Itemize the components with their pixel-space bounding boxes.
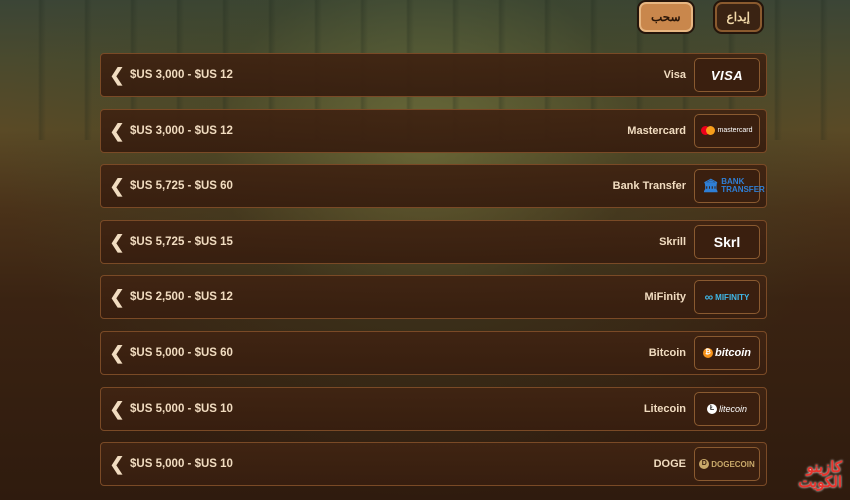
visa-logo-icon: VISA — [694, 58, 760, 92]
chevron-left-icon: ❮ — [109, 454, 125, 475]
payment-name: Visa — [663, 69, 686, 81]
payment-row-mastercard[interactable]: ❮ $US 3,000 - $US 12 Mastercard masterca… — [100, 108, 767, 153]
bitcoin-logo-icon: ₿ bitcoin — [694, 335, 760, 370]
payment-limits: $US 5,725 - $US 60 — [130, 180, 233, 193]
payment-limits: $US 5,000 - $US 10 — [130, 402, 233, 415]
bank-logo-icon: 🏛 BANK TRANSFER — [694, 169, 765, 204]
chevron-left-icon: ❮ — [109, 231, 125, 252]
payment-limits: $US 5,000 - $US 60 — [130, 346, 233, 359]
infinity-icon: ∞ — [704, 290, 714, 305]
logo-text: VISA — [710, 67, 744, 83]
payment-row-visa[interactable]: ❮ $US 3,000 - $US 12 Visa VISA — [100, 53, 767, 97]
logo-text: DOGECOIN — [711, 459, 755, 469]
litecoin-coin-icon: Ł — [706, 403, 717, 414]
logo-text: bitcoin — [714, 346, 752, 359]
payment-limits: $US 3,000 - $US 12 — [130, 69, 233, 81]
chevron-left-icon: ❮ — [109, 65, 125, 85]
mastercard-orange-circle-icon — [706, 126, 716, 136]
dogecoin-coin-icon: D — [699, 459, 710, 470]
logo-text: Skrl — [713, 233, 741, 250]
tab-withdraw[interactable]: سحب — [638, 2, 693, 32]
site-logo-line1: كازينو — [806, 459, 842, 476]
payment-row-litecoin[interactable]: ❮ $US 5,000 - $US 10 Litecoin Ł litecoin — [100, 386, 767, 431]
payment-name: Skrill — [659, 235, 686, 248]
chevron-left-icon: ❮ — [109, 287, 125, 308]
logo-text: BANK TRANSFER — [721, 177, 765, 195]
litecoin-logo-icon: Ł litecoin — [694, 391, 760, 426]
chevron-left-icon: ❮ — [109, 120, 125, 141]
payment-row-skrill[interactable]: ❮ $US 5,725 - $US 15 Skrill Skrl — [100, 219, 767, 264]
payment-limits: $US 3,000 - $US 12 — [130, 124, 233, 137]
chevron-left-icon: ❮ — [109, 342, 125, 363]
payment-name: Mastercard — [627, 124, 686, 137]
tab-bar: سحب إيداع — [638, 2, 762, 32]
payment-limits: $US 5,725 - $US 15 — [130, 235, 233, 248]
skrill-logo-icon: Skrl — [694, 224, 760, 259]
payment-row-doge[interactable]: ❮ $US 5,000 - $US 10 DOGE D DOGECOIN — [100, 442, 767, 487]
payment-limits: $US 5,000 - $US 10 — [130, 458, 233, 471]
payment-row-bank-transfer[interactable]: ❮ $US 5,725 - $US 60 Bank Transfer 🏛 BAN… — [100, 164, 767, 209]
payment-row-bitcoin[interactable]: ❮ $US 5,000 - $US 60 Bitcoin ₿ bitcoin — [100, 330, 767, 375]
payment-name: Bank Transfer — [612, 180, 686, 193]
bank-building-icon: 🏛 — [702, 178, 720, 194]
logo-text: mastercard — [717, 127, 753, 135]
bitcoin-coin-icon: ₿ — [702, 347, 713, 358]
tab-deposit[interactable]: إيداع — [714, 2, 762, 32]
site-logo-line2: الكويت — [798, 474, 842, 491]
payment-row-mifinity[interactable]: ❮ $US 2,500 - $US 12 MiFinity ∞ MIFINITY — [100, 275, 767, 320]
payment-name: Litecoin — [643, 402, 686, 415]
payment-name: Bitcoin — [648, 346, 686, 359]
payment-name: MiFinity — [644, 291, 686, 304]
mifinity-logo-icon: ∞ MIFINITY — [694, 280, 760, 315]
dogecoin-logo-icon: D DOGECOIN — [694, 447, 760, 482]
payment-methods-list: ❮ $US 3,000 - $US 12 Visa VISA ❮ $US 3,0… — [100, 53, 767, 498]
chevron-left-icon: ❮ — [109, 176, 125, 197]
site-logo: كازينو الكويت — [776, 460, 842, 490]
mastercard-logo-icon: mastercard — [694, 113, 760, 148]
payment-limits: $US 2,500 - $US 12 — [130, 291, 233, 304]
logo-text: MIFINITY — [715, 292, 750, 302]
payment-name: DOGE — [653, 458, 686, 471]
logo-text: litecoin — [718, 403, 747, 414]
chevron-left-icon: ❮ — [109, 398, 125, 419]
